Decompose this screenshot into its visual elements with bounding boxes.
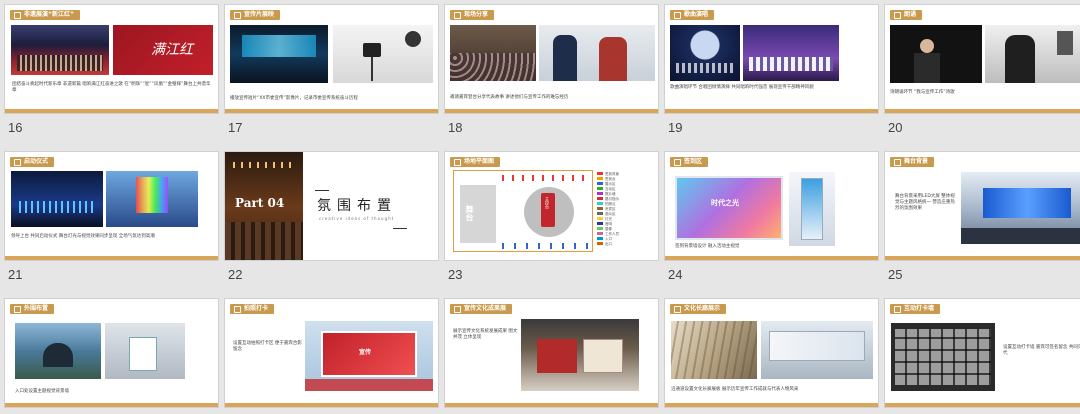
screen-wall-photo bbox=[230, 25, 328, 83]
slide-tag: 非遗展演“新江红” bbox=[10, 10, 80, 20]
slide-bottom-bar bbox=[225, 403, 438, 407]
slide-caption: 入口处设置主题视觉背景墙 bbox=[15, 389, 69, 394]
slide-tag: 互动打卡墙 bbox=[890, 304, 941, 314]
slide-tag: 宣传片展映 bbox=[230, 10, 281, 20]
reciter-photo-1 bbox=[890, 25, 982, 83]
slide-tag: 文化长廊展示 bbox=[670, 304, 727, 314]
checkin-wall-render bbox=[891, 323, 995, 391]
slide-bottom-bar bbox=[885, 109, 1080, 113]
slide-bottom-bar bbox=[885, 256, 1080, 260]
slide-bottom-bar bbox=[665, 256, 878, 260]
choir-photo bbox=[11, 25, 109, 75]
stage-led-photo bbox=[961, 172, 1080, 244]
slide-bottom-bar bbox=[5, 256, 218, 260]
launch-stage-photo bbox=[11, 171, 103, 227]
lobby-photo bbox=[105, 323, 185, 379]
slide-caption: 歌曲演唱环节 合唱团倾情演绎 共同唱响时代强音 展现宣传干部精神风貌 bbox=[670, 85, 814, 90]
slide-number: 23 bbox=[448, 267, 463, 282]
slide-bottom-bar bbox=[445, 403, 658, 407]
slide-caption: 邀请嘉宾登台分享代表故事 讲述他们与宣传工作的难忘经历 bbox=[450, 95, 569, 100]
exhibition-hall-photo bbox=[521, 319, 639, 391]
signin-board-render: 时代之光 bbox=[675, 176, 783, 240]
slide-number: 20 bbox=[888, 120, 903, 135]
slide-caption: 领导上台 共同启动仪式 舞台灯光与视觉效果同步呈现 全场气氛达到高潮 bbox=[11, 234, 155, 239]
slide-number: 19 bbox=[668, 120, 683, 135]
slide-caption: 签到背景墙设计 融入活动主视觉 bbox=[675, 244, 740, 249]
slide-caption: 团结奋斗奏起时代新乐章 非遗新篇 唱响满江红奋进之歌 在“明珠”“星”“凤凰”“… bbox=[12, 82, 211, 93]
slide-bottom-bar bbox=[5, 109, 218, 113]
reciter-photo-2 bbox=[985, 25, 1080, 83]
part-label: Part 04 bbox=[235, 196, 285, 210]
entrance-photo bbox=[15, 323, 101, 379]
side-markers bbox=[502, 243, 590, 249]
stage-label: 舞台 bbox=[465, 205, 474, 221]
entrance-markers bbox=[502, 175, 590, 181]
rainbow-light-photo bbox=[106, 171, 198, 227]
slide-bottom-bar bbox=[665, 109, 878, 113]
slide-number: 17 bbox=[228, 120, 243, 135]
choir-stage-photo bbox=[743, 25, 839, 81]
slide-tag: 现场分享 bbox=[450, 10, 495, 20]
title-rule-bottom bbox=[393, 228, 407, 229]
slide-number: 16 bbox=[8, 120, 23, 135]
slide-caption: 设置互动打卡墙 嘉宾可签名留念 共同见证时代 bbox=[1003, 345, 1080, 356]
slide-bottom-bar bbox=[225, 109, 438, 113]
slide-tag: 宣传文化成果展 bbox=[450, 304, 513, 314]
board-title: 时代之光 bbox=[711, 199, 739, 207]
slide-number: 25 bbox=[888, 267, 903, 282]
legend: 签到背景 签到台 展示区 互动区 照片墙 路引指示 拍照点 贵宾区 观众区 灯光… bbox=[597, 172, 657, 247]
slide-bottom-bar bbox=[445, 109, 658, 113]
section-title: 氛围布置 bbox=[317, 198, 397, 214]
slide-bottom-bar bbox=[885, 403, 1080, 407]
slide-tag: 舞台背景 bbox=[890, 157, 935, 167]
slide-caption: 诗朗诵环节 “我与宣传工作”诗歌 bbox=[890, 90, 955, 95]
slide-tag: 场地平面图 bbox=[450, 157, 501, 167]
slide-bottom-bar bbox=[665, 403, 878, 407]
camera-photo bbox=[333, 25, 433, 83]
floor-plan: 舞台 主控台 bbox=[453, 170, 593, 252]
legend-item: 出口 bbox=[597, 242, 657, 247]
slide-number: 24 bbox=[668, 267, 683, 282]
center-console: 主控台 bbox=[541, 193, 555, 227]
slide-number: 22 bbox=[228, 267, 243, 282]
photo-wall-render: 宣传 bbox=[305, 321, 433, 391]
display-board-photo bbox=[761, 321, 873, 379]
slide-bottom-bar bbox=[5, 403, 218, 407]
audience-photo bbox=[450, 25, 536, 81]
slide-tag: 歌曲演唱 bbox=[670, 10, 715, 20]
slide-caption: 设置互动拍照打卡区 便于嘉宾合影留念 bbox=[233, 341, 302, 352]
red-poster: 满江红 bbox=[113, 25, 213, 75]
title-rule-top bbox=[315, 190, 329, 191]
slide-tag: 签到区 bbox=[670, 157, 709, 167]
poster-calligraphy: 满江红 bbox=[151, 42, 193, 58]
slide-tag: 拍照打卡 bbox=[230, 304, 275, 314]
slide-number: 21 bbox=[8, 267, 23, 282]
slide-tag: 启动仪式 bbox=[10, 157, 55, 167]
scroll-corridor-photo bbox=[671, 321, 757, 379]
slide-number: 18 bbox=[448, 120, 463, 135]
slide-sorter-grid: 非遗展演“新江红” 满江红 团结奋斗奏起时代新乐章 非遗新篇 唱响满江红奋进之歌… bbox=[0, 0, 1080, 414]
slide-tag: 朗诵 bbox=[890, 10, 923, 20]
slide-caption: 舞台背景采用LED大屏 整体视觉与主题风格统一 营造庄重热烈的氛围效果 bbox=[895, 194, 955, 211]
slide-caption: 播放宣传短片“XX市委宣传”影像片，记录市委宣传系统奋斗历程 bbox=[230, 96, 358, 101]
slide-tag: 外围布置 bbox=[10, 304, 55, 314]
moon-stage-photo bbox=[670, 25, 740, 81]
slide-caption: 沿通道设置文化长廊展板 展示历年宣传工作成就与代表人物风采 bbox=[671, 387, 799, 392]
section-subtitle: creative ideas of thought bbox=[319, 216, 395, 221]
standee-render bbox=[789, 172, 835, 246]
slide-caption: 展示宣传文化系统发展成果 图文并茂 立体呈现 bbox=[453, 329, 518, 340]
stage-area: 舞台 bbox=[460, 185, 496, 243]
wall-sign: 宣传 bbox=[359, 349, 372, 356]
speaker-photo bbox=[539, 25, 655, 81]
